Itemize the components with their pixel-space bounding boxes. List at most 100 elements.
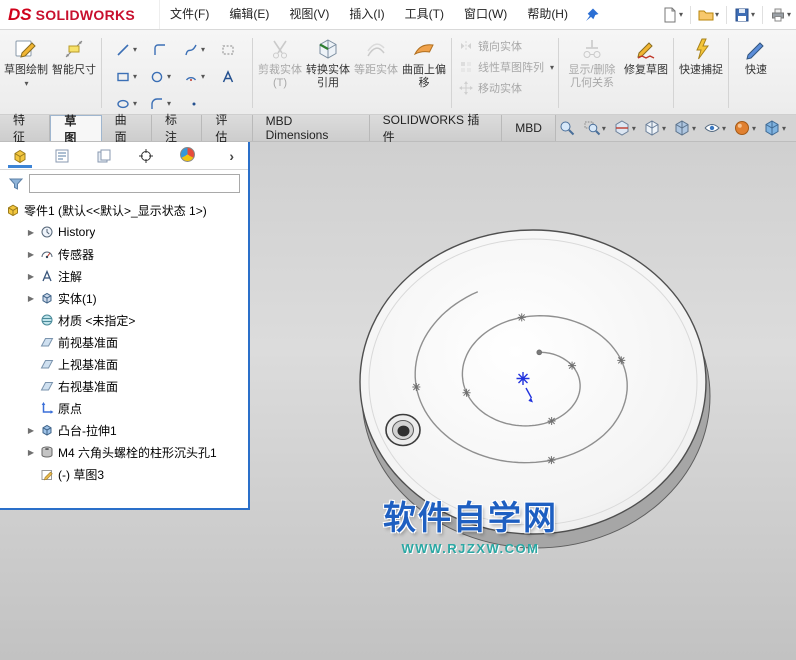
- corner-rectangle-tool-button[interactable]: [143, 36, 177, 63]
- smart-dimension-icon: [65, 40, 83, 58]
- circle-tool-button[interactable]: ▾: [143, 63, 177, 90]
- tree-item-label: 右视基准面: [58, 379, 119, 394]
- divider: [673, 38, 674, 108]
- tree-root-part[interactable]: 零件1 (默认<<默认>_显示状态 1>): [0, 199, 248, 221]
- menu-help[interactable]: 帮助(H): [517, 0, 578, 29]
- configurationmanager-tab[interactable]: [94, 145, 114, 167]
- tab-solidworks-addins[interactable]: SOLIDWORKS 插件: [369, 113, 503, 144]
- chevron-down-icon: ▾: [661, 123, 666, 133]
- menu-tools[interactable]: 工具(T): [395, 0, 454, 29]
- filter-funnel-icon[interactable]: [8, 176, 24, 192]
- featuremanager-tab[interactable]: [8, 145, 32, 168]
- tree-item-boss-extrude[interactable]: ▶ 凸台-拉伸1: [0, 419, 248, 441]
- tab-features[interactable]: 特征: [0, 113, 51, 144]
- command-manager-tabs: 特征 草图 曲面 标注 评估 MBD Dimensions SOLIDWORKS…: [0, 113, 796, 145]
- tree-item-sensors[interactable]: ▶ 传感器: [0, 243, 248, 265]
- target-icon: [139, 148, 153, 163]
- dynamic-mirror-tool-button[interactable]: [211, 36, 245, 63]
- chevron-down-icon: ▾: [166, 72, 171, 81]
- hole-wizard-icon: [41, 446, 53, 458]
- expand-arrow-icon[interactable]: ▶: [26, 294, 36, 303]
- chevron-down-icon: ▾: [132, 45, 137, 54]
- expand-arrow-icon[interactable]: ▶: [26, 426, 36, 435]
- part-icon: [8, 204, 18, 217]
- menu-edit[interactable]: 编辑(E): [219, 0, 279, 29]
- chevron-down-icon: ▾: [24, 79, 29, 88]
- pattern-group: 镜向实体 线性草图阵列 ▾ 移动实体: [455, 32, 555, 114]
- smart-dimension-button[interactable]: 智能尺寸: [50, 32, 98, 114]
- zoom-area-icon[interactable]: ▾: [581, 118, 608, 138]
- menu-file[interactable]: 文件(F): [160, 0, 219, 29]
- tree-item-label: 材质 <未指定>: [58, 313, 136, 328]
- zoom-fit-icon[interactable]: [556, 118, 578, 138]
- tree-item-sketch3[interactable]: ▶ (-) 草图3: [0, 463, 248, 485]
- arc-tool-button[interactable]: ▾: [177, 63, 211, 90]
- new-document-button[interactable]: ▾: [659, 5, 686, 25]
- divider: [689, 5, 691, 24]
- menu-insert[interactable]: 插入(I): [339, 0, 394, 29]
- chevron-down-icon: ▾: [691, 123, 696, 133]
- trim-entities-label: 剪裁实体(T): [258, 64, 302, 89]
- view-orientation-icon[interactable]: ▾: [641, 118, 668, 138]
- hide-show-icon[interactable]: ▾: [701, 118, 728, 138]
- tree-item-right-plane[interactable]: ▶ 右视基准面: [0, 375, 248, 397]
- tree-item-hole-wizard[interactable]: ▶ M4 六角头螺栓的柱形沉头孔1: [0, 441, 248, 463]
- ds-logo-icon: DS: [8, 4, 32, 24]
- tree-item-top-plane[interactable]: ▶ 上视基准面: [0, 353, 248, 375]
- appearance-icon[interactable]: ▾: [731, 118, 758, 138]
- linear-pattern-icon: [461, 62, 471, 72]
- expand-arrow-icon[interactable]: ▶: [26, 448, 36, 457]
- expand-arrow-icon[interactable]: ▶: [26, 272, 36, 281]
- tab-mbd-dimensions[interactable]: MBD Dimensions: [252, 114, 370, 142]
- tree-item-material[interactable]: ▶ 材质 <未指定>: [0, 309, 248, 331]
- part-3d-view[interactable]: [250, 142, 796, 660]
- tree-item-history[interactable]: ▶ History: [0, 221, 248, 243]
- tree-item-solid-bodies[interactable]: ▶ 实体(1): [0, 287, 248, 309]
- expand-arrow-icon[interactable]: ▶: [26, 228, 36, 237]
- tab-mbd[interactable]: MBD: [502, 115, 556, 141]
- save-button[interactable]: ▾: [731, 5, 758, 25]
- tab-markup[interactable]: 标注: [151, 113, 203, 144]
- panel-expand-chevron-icon[interactable]: ›: [225, 148, 238, 164]
- displaymanager-tab[interactable]: [178, 144, 197, 168]
- disc-top-face[interactable]: [359, 229, 707, 535]
- tree-item-front-plane[interactable]: ▶ 前视基准面: [0, 331, 248, 353]
- rectangle-tool-button[interactable]: ▾: [109, 63, 143, 90]
- quick-snaps-button[interactable]: 快速捕捉: [677, 32, 725, 114]
- dimxpertmanager-tab[interactable]: [136, 145, 156, 167]
- sketch-button[interactable]: 草图绘制 ▾: [2, 32, 50, 114]
- sketch-button-label: 草图绘制: [4, 64, 48, 76]
- spline-tool-button[interactable]: ▾: [177, 36, 211, 63]
- convert-entities-button[interactable]: 转换实体引用: [304, 32, 352, 114]
- print-button[interactable]: ▾: [767, 5, 794, 25]
- chevron-down-icon: ▾: [132, 72, 137, 81]
- move-entities-button: 移动实体: [455, 80, 555, 96]
- display-relations-label: 显示/删除几何关系: [568, 64, 616, 89]
- display-style-icon[interactable]: ▾: [671, 118, 698, 138]
- section-view-icon[interactable]: ▾: [611, 118, 638, 138]
- menu-window[interactable]: 窗口(W): [454, 0, 517, 29]
- surface-offset-button[interactable]: 曲面上偏移: [400, 32, 448, 114]
- quick-sketch-button[interactable]: 快速: [732, 32, 780, 114]
- sketch-icon: [41, 470, 53, 481]
- counterbore-hole[interactable]: [385, 413, 421, 447]
- repair-sketch-button[interactable]: 修复草图: [622, 32, 670, 114]
- propertymanager-tab[interactable]: [52, 145, 72, 167]
- scene-icon[interactable]: ▾: [761, 118, 788, 138]
- tree-item-origin[interactable]: ▶ 原点: [0, 397, 248, 419]
- solid-bodies-icon: [42, 292, 52, 304]
- menu-view[interactable]: 视图(V): [279, 0, 339, 29]
- divider: [728, 38, 729, 108]
- tree-filter-input[interactable]: [29, 174, 240, 193]
- tree-item-annotations[interactable]: ▶ 注解: [0, 265, 248, 287]
- tab-surfaces[interactable]: 曲面: [101, 113, 152, 144]
- text-tool-button[interactable]: [211, 63, 245, 90]
- open-button[interactable]: ▾: [695, 5, 722, 25]
- expand-arrow-icon[interactable]: ▶: [26, 250, 36, 259]
- tree-item-label: (-) 草图3: [58, 467, 104, 482]
- tab-sketch[interactable]: 草图: [50, 114, 102, 145]
- pin-menu-icon[interactable]: [584, 7, 600, 23]
- mirror-entities-button: 镜向实体: [455, 38, 555, 54]
- line-tool-button[interactable]: ▾: [109, 36, 143, 63]
- tab-evaluate[interactable]: 评估: [202, 113, 253, 144]
